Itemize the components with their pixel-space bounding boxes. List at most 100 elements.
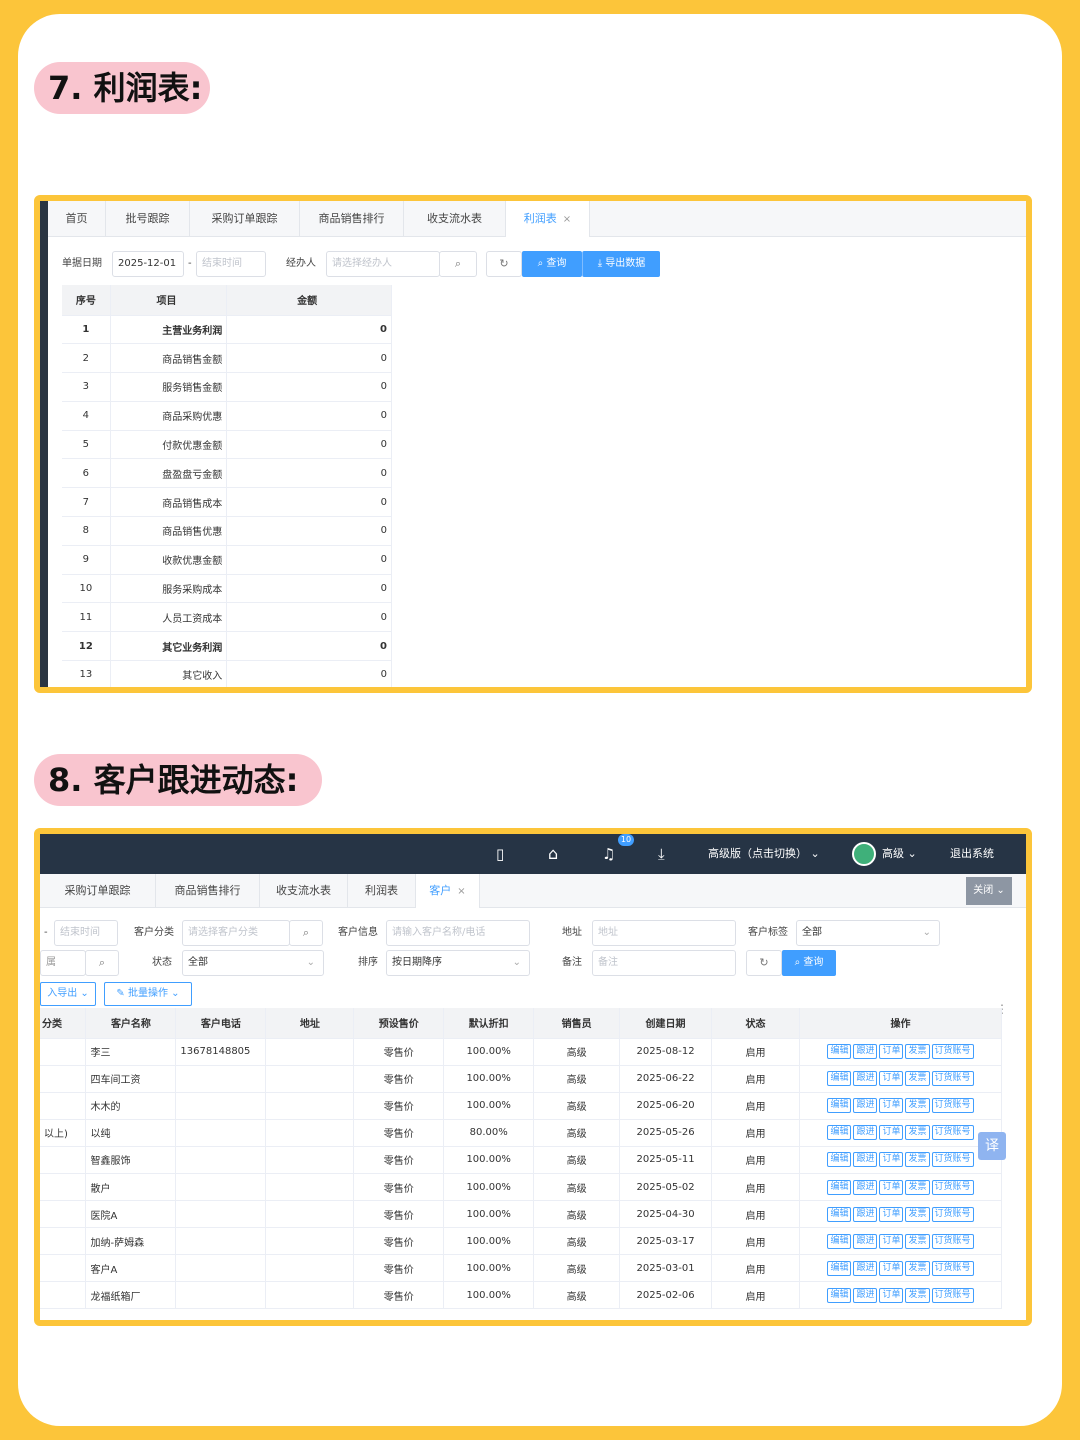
info-input[interactable]: 请输入客户名称/电话 [386,920,530,946]
batch-label: 批量操作 [127,988,168,999]
order-button[interactable]: 订单 [879,1098,904,1114]
invoice-button[interactable]: 发票 [905,1179,930,1195]
invoice-button[interactable]: 发票 [905,1233,930,1249]
invoice-button[interactable]: 发票 [905,1125,930,1141]
status-select[interactable]: 全部 ⌄ [182,950,324,976]
edit-button[interactable]: 编辑 [827,1152,852,1168]
order-button[interactable]: 订单 [879,1260,904,1276]
order-button[interactable]: 订单 [879,1287,904,1303]
handler-input[interactable]: 请选择经办人 [326,251,440,277]
home-icon[interactable]: ⌂ [548,834,558,874]
order-account-button[interactable]: 订货账号 [931,1233,974,1249]
download-icon[interactable]: ⤓ [658,834,665,874]
order-account-button[interactable]: 订货账号 [931,1071,974,1087]
follow-up-button[interactable]: 跟进 [853,1179,878,1195]
partial-input[interactable]: 属 [40,950,86,976]
tab-purchase-order-tracking[interactable]: 采购订单跟踪 [40,874,156,908]
tab-sales-ranking[interactable]: 商品销售排行 [156,874,260,908]
sort-select[interactable]: 按日期降序 ⌄ [386,950,530,976]
tablet-icon[interactable]: ▯ [496,834,504,874]
close-icon[interactable]: × [563,214,571,225]
follow-up-button[interactable]: 跟进 [853,1287,878,1303]
order-account-button[interactable]: 订货账号 [931,1152,974,1168]
tab-cashflow[interactable]: 收支流水表 [404,201,506,237]
order-account-button[interactable]: 订货账号 [931,1125,974,1141]
partial-search-button[interactable]: ⌕ [85,950,119,976]
order-button[interactable]: 订单 [879,1179,904,1195]
invoice-button[interactable]: 发票 [905,1071,930,1087]
tag-select[interactable]: 全部 ⌄ [796,920,940,946]
bell-icon[interactable]: ♫ [602,834,615,874]
order-button[interactable]: 订单 [879,1233,904,1249]
edit-button[interactable]: 编辑 [827,1260,852,1276]
order-button[interactable]: 订单 [879,1125,904,1141]
end-date-input[interactable]: 结束时间 [54,920,118,946]
tab-cashflow[interactable]: 收支流水表 [260,874,348,908]
reset-button[interactable]: ↻ [486,251,522,277]
edit-button[interactable]: 编辑 [827,1071,852,1087]
order-account-button[interactable]: 订货账号 [931,1287,974,1303]
follow-up-button[interactable]: 跟进 [853,1098,878,1114]
reset-button[interactable]: ↻ [746,950,782,976]
order-button[interactable]: 订单 [879,1206,904,1222]
export-button[interactable]: ⤓ 导出数据 [582,251,660,277]
invoice-button[interactable]: 发票 [905,1152,930,1168]
order-account-button[interactable]: 订货账号 [931,1206,974,1222]
tab-purchase-order-tracking[interactable]: 采购订单跟踪 [190,201,300,237]
start-date-input[interactable]: 2025-12-01 [112,251,184,277]
query-button[interactable]: ⌕ 查询 [522,251,582,277]
cell-name: 李三 [85,1038,177,1066]
follow-up-button[interactable]: 跟进 [853,1044,878,1060]
tab-profit[interactable]: 利润表 [348,874,416,908]
logout-button[interactable]: 退出系统 [950,834,994,874]
invoice-button[interactable]: 发票 [905,1260,930,1276]
edit-button[interactable]: 编辑 [827,1206,852,1222]
query-button[interactable]: ⌕ 查询 [782,950,836,976]
edit-button[interactable]: 编辑 [827,1179,852,1195]
tab-home[interactable]: 首页 [48,201,106,237]
order-account-button[interactable]: 订货账号 [931,1044,974,1060]
invoice-button[interactable]: 发票 [905,1206,930,1222]
invoice-button[interactable]: 发票 [905,1098,930,1114]
order-account-button[interactable]: 订货账号 [931,1179,974,1195]
tab-customer[interactable]: 客户 × [416,874,480,908]
end-date-input[interactable]: 结束时间 [196,251,266,277]
invoice-button[interactable]: 发票 [905,1287,930,1303]
tab-batch-tracking[interactable]: 批号跟踪 [106,201,190,237]
row-item: 商品采购优惠 [110,401,228,431]
close-icon[interactable]: × [457,886,465,897]
user-menu[interactable]: 高级 ⌄ [882,834,917,874]
remark-input[interactable]: 备注 [592,950,736,976]
avatar[interactable] [852,842,876,866]
category-input[interactable]: 请选择客户分类 [182,920,290,946]
follow-up-button[interactable]: 跟进 [853,1152,878,1168]
category-search-button[interactable]: ⌕ [289,920,323,946]
tab-sales-ranking[interactable]: 商品销售排行 [300,201,404,237]
follow-up-button[interactable]: 跟进 [853,1233,878,1249]
translate-icon[interactable]: 译 [978,1132,1006,1160]
invoice-button[interactable]: 发票 [905,1044,930,1060]
edit-button[interactable]: 编辑 [827,1287,852,1303]
follow-up-button[interactable]: 跟进 [853,1071,878,1087]
close-tabs-button[interactable]: 关闭 ⌄ [966,877,1012,905]
edit-button[interactable]: 编辑 [827,1044,852,1060]
order-account-button[interactable]: 订货账号 [931,1260,974,1276]
handler-search-button[interactable]: ⌕ [439,251,477,277]
order-account-button[interactable]: 订货账号 [931,1098,974,1114]
address-input[interactable]: 地址 [592,920,736,946]
edit-button[interactable]: 编辑 [827,1098,852,1114]
order-button[interactable]: 订单 [879,1044,904,1060]
cell-status: 启用 [711,1281,800,1310]
version-switch[interactable]: 高级版（点击切换） ⌄ [708,834,820,874]
edit-button[interactable]: 编辑 [827,1125,852,1141]
export-dropdown[interactable]: 入导出 ⌄ [40,982,96,1006]
order-button[interactable]: 订单 [879,1152,904,1168]
batch-dropdown[interactable]: ✎ 批量操作 ⌄ [104,982,192,1006]
row-number: 3 [62,372,111,402]
follow-up-button[interactable]: 跟进 [853,1206,878,1222]
tab-profit[interactable]: 利润表 × [506,201,590,237]
follow-up-button[interactable]: 跟进 [853,1260,878,1276]
edit-button[interactable]: 编辑 [827,1233,852,1249]
follow-up-button[interactable]: 跟进 [853,1125,878,1141]
order-button[interactable]: 订单 [879,1071,904,1087]
